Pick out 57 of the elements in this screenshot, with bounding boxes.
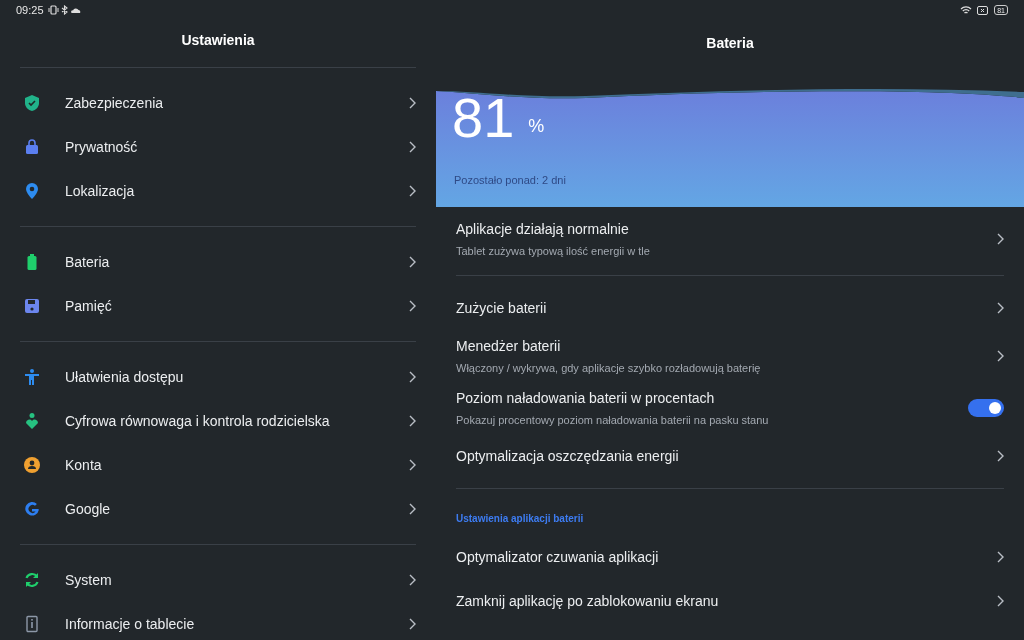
battery-percentage: 81 <box>452 88 515 148</box>
account-icon <box>23 456 41 474</box>
chevron-right-icon <box>409 141 416 153</box>
settings-menu-item[interactable]: Google <box>20 487 416 531</box>
settings-menu-item[interactable]: Bateria <box>20 240 416 284</box>
settings-row[interactable]: Optymalizator czuwania aplikacji <box>456 535 1004 579</box>
chevron-right-icon <box>409 618 416 630</box>
chevron-right-icon <box>409 300 416 312</box>
chevron-right-icon <box>409 256 416 268</box>
chevron-right-icon <box>409 574 416 586</box>
chevron-right-icon <box>409 371 416 383</box>
settings-row[interactable]: Poziom naładowania baterii w procentach Pokazuj procentowy poziom naładowania baterii na pasku stanu <box>456 382 1004 434</box>
chevron-right-icon <box>409 459 416 471</box>
no-sim-icon <box>977 5 989 15</box>
chevron-right-icon <box>409 503 416 515</box>
chevron-right-icon <box>997 595 1004 607</box>
chevron-right-icon <box>997 302 1004 314</box>
remaining-time: Pozostało ponad: 2 dni <box>454 173 566 188</box>
bluetooth-icon <box>60 5 68 15</box>
lock-icon <box>23 138 41 156</box>
settings-row[interactable]: Optymalizacja oszczędzania energii <box>456 434 1004 478</box>
settings-row[interactable]: Menedżer baterii Włączony / wykrywa, gdy aplikacje szybko rozładowują baterię <box>456 330 1004 382</box>
chevron-right-icon <box>997 233 1004 245</box>
cloud-icon <box>70 6 81 14</box>
settings-menu-item[interactable]: Ułatwienia dostępu <box>20 355 416 399</box>
chevron-right-icon <box>997 551 1004 563</box>
settings-menu-item[interactable]: Prywatność <box>20 125 416 169</box>
page-title: Bateria <box>705 34 755 53</box>
section-header: Ustawienia aplikacji baterii <box>456 512 585 526</box>
settings-row[interactable]: Aplikacje działają normalnie Tablet zużywa typową ilość energii w tle <box>456 213 1004 265</box>
vibrate-icon <box>47 5 59 15</box>
chevron-right-icon <box>409 185 416 197</box>
settings-menu-item[interactable]: Informacje o tablecie <box>20 602 416 640</box>
sync-arrows-icon <box>23 571 41 589</box>
location-pin-icon <box>23 182 41 200</box>
status-time: 09:25 <box>16 2 44 18</box>
toggle-switch[interactable] <box>968 399 1004 417</box>
percent-sign: % <box>528 115 545 138</box>
shield-icon <box>23 94 41 112</box>
google-icon <box>23 500 41 518</box>
chevron-right-icon <box>997 450 1004 462</box>
settings-menu-item[interactable]: Lokalizacja <box>20 169 416 213</box>
settings-row[interactable]: Zamknij aplikację po zablokowaniu ekranu <box>456 579 1004 623</box>
sidebar-title: Ustawienia <box>180 31 256 50</box>
accessibility-icon <box>23 368 41 386</box>
chevron-right-icon <box>997 350 1004 362</box>
info-icon <box>23 615 41 633</box>
chevron-right-icon <box>409 97 416 109</box>
heart-person-icon <box>23 412 41 430</box>
settings-menu-item[interactable]: Cyfrowa równowaga i kontrola rodzicielska <box>20 399 416 443</box>
settings-menu-item[interactable]: Konta <box>20 443 416 487</box>
settings-row[interactable]: Zużycie baterii <box>456 286 1004 330</box>
settings-menu-item[interactable]: Zabezpieczenia <box>20 81 416 125</box>
chevron-right-icon <box>409 415 416 427</box>
wifi-icon <box>960 5 973 15</box>
settings-menu-item[interactable]: System <box>20 558 416 602</box>
settings-menu-item[interactable]: Pamięć <box>20 284 416 328</box>
